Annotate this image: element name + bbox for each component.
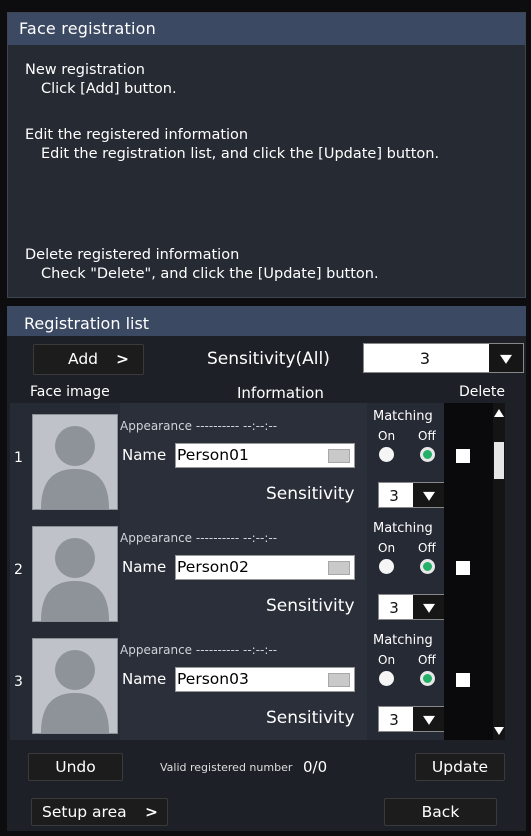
column-delete: Delete bbox=[459, 384, 505, 400]
name-value: Person01 bbox=[177, 446, 249, 464]
delete-cell bbox=[444, 403, 493, 517]
registration-table: 1 Appearance ---------- --:--:-- Name Pe… bbox=[10, 403, 505, 740]
scroll-up-icon[interactable] bbox=[493, 403, 505, 421]
delete-checkbox[interactable] bbox=[456, 449, 470, 463]
registration-title: Registration list bbox=[7, 306, 526, 336]
sensitivity-all-select[interactable]: 3 bbox=[363, 343, 524, 373]
sensitivity-value: 3 bbox=[389, 599, 399, 617]
matching-label: Matching bbox=[373, 521, 433, 536]
help-delete-info: Delete registered information Check "Del… bbox=[25, 246, 379, 284]
sensitivity-value: 3 bbox=[389, 711, 399, 729]
matching-label: Matching bbox=[373, 633, 433, 648]
row-number: 1 bbox=[14, 450, 23, 466]
person-silhouette-icon bbox=[33, 527, 117, 621]
name-label: Name bbox=[122, 558, 167, 576]
setup-area-button[interactable]: Setup area > bbox=[31, 798, 168, 826]
sensitivity-label: Sensitivity bbox=[266, 484, 355, 504]
face-image bbox=[32, 526, 118, 622]
matching-off-radio[interactable] bbox=[420, 671, 435, 686]
scroll-down-icon[interactable] bbox=[493, 722, 505, 740]
name-field[interactable]: Person03 bbox=[175, 667, 355, 692]
name-value: Person03 bbox=[177, 670, 249, 688]
table-row: 1 Appearance ---------- --:--:-- Name Pe… bbox=[10, 403, 505, 517]
appearance-text: Appearance ---------- --:--:-- bbox=[120, 643, 278, 657]
help-title: Face registration bbox=[8, 13, 525, 45]
matching-on-label: On bbox=[378, 541, 396, 555]
matching-group: Matching On Off bbox=[368, 409, 444, 489]
help-edit-text: Edit the registration list, and click th… bbox=[41, 146, 440, 162]
delete-checkbox[interactable] bbox=[456, 673, 470, 687]
help-edit-info: Edit the registered information Edit the… bbox=[25, 126, 439, 164]
back-button[interactable]: Back bbox=[384, 798, 497, 826]
face-image bbox=[32, 638, 118, 734]
sensitivity-select[interactable]: 3 bbox=[378, 594, 446, 620]
person-silhouette-icon bbox=[33, 415, 117, 509]
matching-off-radio[interactable] bbox=[420, 447, 435, 462]
matching-label: Matching bbox=[373, 409, 433, 424]
appearance-text: Appearance ---------- --:--:-- bbox=[120, 419, 278, 433]
add-button[interactable]: Add > bbox=[33, 344, 144, 375]
help-panel: Face registration New registration Click… bbox=[7, 12, 526, 298]
registration-panel: Registration list Add > Sensitivity(All)… bbox=[7, 306, 526, 831]
column-information: Information bbox=[237, 384, 324, 402]
name-label: Name bbox=[122, 670, 167, 688]
help-new-registration: New registration Click [Add] button. bbox=[25, 61, 177, 99]
sensitivity-all-label: Sensitivity(All) bbox=[207, 349, 330, 369]
help-new-text: Click [Add] button. bbox=[41, 81, 177, 97]
help-delete-text: Check "Delete", and click the [Update] b… bbox=[41, 266, 379, 282]
undo-button[interactable]: Undo bbox=[28, 753, 123, 781]
matching-off-label: Off bbox=[418, 541, 436, 555]
matching-off-label: Off bbox=[418, 429, 436, 443]
delete-cell bbox=[444, 515, 493, 629]
column-face-image: Face image bbox=[30, 384, 110, 400]
keyboard-icon[interactable] bbox=[328, 561, 350, 575]
dropdown-arrow-icon[interactable] bbox=[413, 483, 445, 507]
help-delete-heading: Delete registered information bbox=[25, 247, 240, 263]
valid-registered-value: 0/0 bbox=[303, 758, 328, 776]
face-image bbox=[32, 414, 118, 510]
delete-cell bbox=[444, 627, 493, 740]
name-label: Name bbox=[122, 446, 167, 464]
row-number: 2 bbox=[14, 562, 23, 578]
keyboard-icon[interactable] bbox=[328, 673, 350, 687]
dropdown-arrow-icon[interactable] bbox=[413, 707, 445, 731]
scroll-thumb[interactable] bbox=[494, 442, 504, 479]
sensitivity-select[interactable]: 3 bbox=[378, 482, 446, 508]
keyboard-icon[interactable] bbox=[328, 449, 350, 463]
name-field[interactable]: Person01 bbox=[175, 443, 355, 468]
chevron-right-icon: > bbox=[145, 803, 158, 821]
name-value: Person02 bbox=[177, 558, 249, 576]
valid-registered-label: Valid registered number bbox=[160, 761, 293, 774]
sensitivity-value: 3 bbox=[389, 487, 399, 505]
sensitivity-label: Sensitivity bbox=[266, 708, 355, 728]
row-number: 3 bbox=[14, 674, 23, 690]
add-button-label: Add bbox=[68, 350, 99, 368]
matching-on-radio[interactable] bbox=[379, 447, 394, 462]
update-button[interactable]: Update bbox=[415, 753, 505, 781]
matching-group: Matching On Off bbox=[368, 521, 444, 601]
appearance-text: Appearance ---------- --:--:-- bbox=[120, 531, 278, 545]
list-scrollbar[interactable] bbox=[493, 403, 505, 740]
help-new-heading: New registration bbox=[25, 62, 145, 78]
table-row: 2 Appearance ---------- --:--:-- Name Pe… bbox=[10, 515, 505, 629]
sensitivity-label: Sensitivity bbox=[266, 596, 355, 616]
matching-group: Matching On Off bbox=[368, 633, 444, 713]
dropdown-arrow-icon[interactable] bbox=[413, 595, 445, 619]
sensitivity-select[interactable]: 3 bbox=[378, 706, 446, 732]
delete-checkbox[interactable] bbox=[456, 561, 470, 575]
help-edit-heading: Edit the registered information bbox=[25, 127, 249, 143]
matching-off-radio[interactable] bbox=[420, 559, 435, 574]
matching-off-label: Off bbox=[418, 653, 436, 667]
matching-on-radio[interactable] bbox=[379, 559, 394, 574]
table-row: 3 Appearance ---------- --:--:-- Name Pe… bbox=[10, 627, 505, 740]
chevron-right-icon: > bbox=[116, 350, 129, 368]
matching-on-radio[interactable] bbox=[379, 671, 394, 686]
sensitivity-all-value: 3 bbox=[419, 349, 431, 368]
dropdown-arrow-icon[interactable] bbox=[489, 344, 523, 372]
setup-area-label: Setup area bbox=[42, 803, 127, 821]
matching-on-label: On bbox=[378, 429, 396, 443]
matching-on-label: On bbox=[378, 653, 396, 667]
person-silhouette-icon bbox=[33, 639, 117, 733]
name-field[interactable]: Person02 bbox=[175, 555, 355, 580]
